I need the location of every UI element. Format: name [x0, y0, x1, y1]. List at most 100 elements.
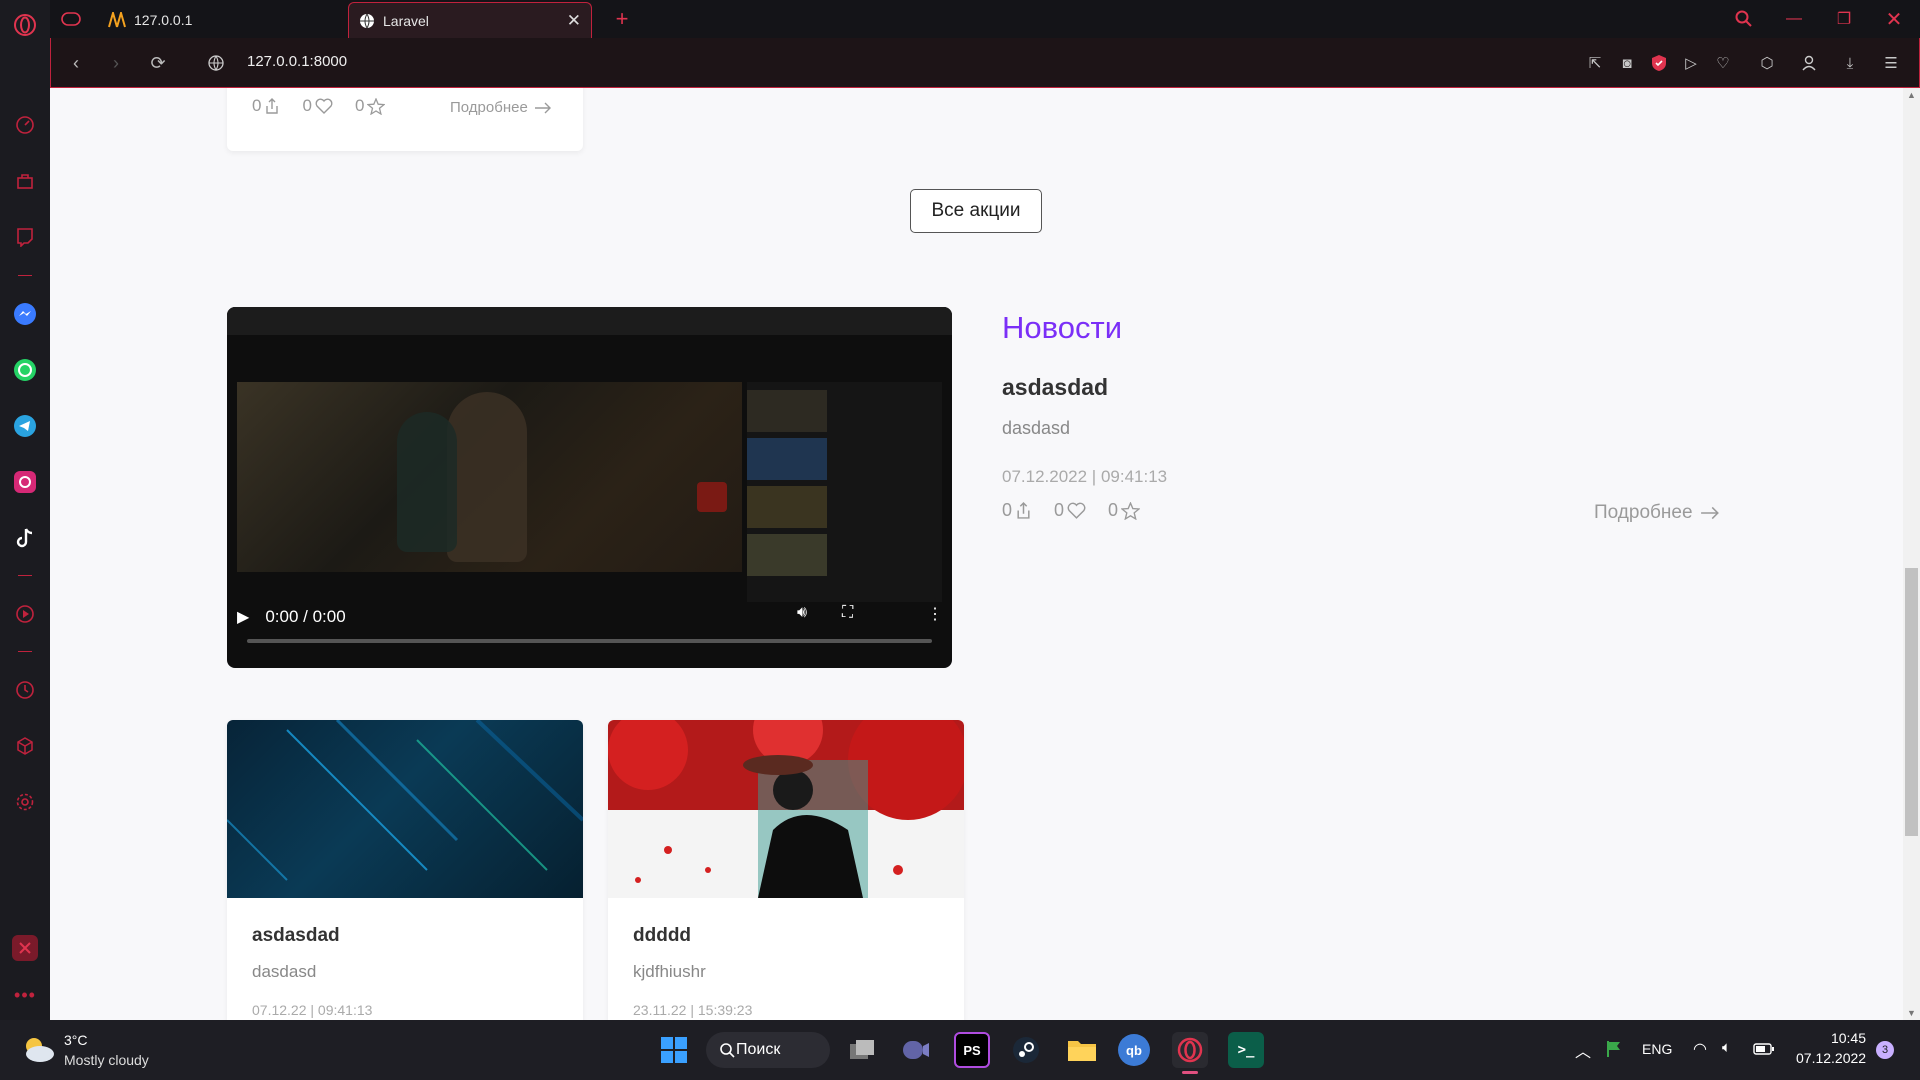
search-tabs-icon[interactable] — [1726, 6, 1762, 32]
news-card[interactable]: asdasdad dasdasd 07.12.22 | 09:41:13 — [227, 720, 583, 1020]
settings-gear-icon[interactable] — [12, 789, 38, 815]
gamepad-icon[interactable] — [58, 6, 84, 32]
share-page-icon[interactable]: ⇱ — [1583, 51, 1607, 75]
clock-date[interactable]: 07.12.2022 — [1796, 1050, 1866, 1066]
extensions-cube-icon[interactable]: ⬡ — [1755, 51, 1779, 75]
tab-localhost[interactable]: 127.0.0.1 ✕ — [98, 2, 388, 38]
page-content: 0 0 0 Подробнее Все акции ▶ 0:00 / 0:00 … — [50, 88, 1920, 1020]
bookmark-heart-icon[interactable]: ♡ — [1711, 51, 1735, 75]
card-date: 23.11.22 | 15:39:23 — [633, 1002, 753, 1018]
volume-icon[interactable]: 🔈︎ — [1722, 1039, 1731, 1056]
snapshot-camera-icon[interactable]: ◙ — [1615, 51, 1639, 75]
teams-chat-icon[interactable] — [898, 1032, 934, 1068]
scroll-up-icon[interactable]: ▲ — [1907, 90, 1916, 100]
more-dots-icon[interactable]: ••• — [12, 982, 38, 1008]
speed-dial-icon[interactable] — [12, 112, 38, 138]
page-scrollbar[interactable]: ▲ ▼ — [1903, 88, 1920, 1020]
card-date: 07.12.22 | 09:41:13 — [252, 1002, 373, 1018]
all-promos-button[interactable]: Все акции — [910, 189, 1042, 233]
tray-flag-icon[interactable] — [1605, 1040, 1623, 1063]
adblock-shield-icon[interactable] — [1647, 51, 1671, 75]
star-count[interactable]: 0 — [355, 96, 386, 116]
weather-cloud-icon[interactable] — [20, 1034, 56, 1069]
battery-icon[interactable] — [1753, 1042, 1775, 1061]
card-description: kjdfhiushr — [633, 962, 706, 981]
start-windows-icon[interactable] — [656, 1032, 692, 1068]
downloads-icon[interactable]: ⤓ — [1838, 51, 1862, 75]
card-image — [227, 720, 583, 898]
more-link[interactable]: Подробнее — [450, 99, 552, 116]
arrow-right-icon — [534, 102, 551, 113]
new-tab-plus-icon[interactable]: + — [604, 6, 640, 32]
messenger-icon[interactable] — [12, 301, 38, 327]
video-progress-bar[interactable] — [247, 639, 932, 643]
card-title: asdasdad — [252, 925, 340, 946]
pinboard-icon[interactable] — [12, 935, 38, 961]
opera-logo-icon[interactable] — [12, 12, 38, 38]
tab-label: 127.0.0.1 — [134, 12, 193, 28]
opera-taskbar-icon[interactable] — [1172, 1032, 1208, 1068]
terminal-icon[interactable]: >_ — [1228, 1032, 1264, 1068]
send-arrow-icon[interactable]: ▷ — [1679, 51, 1703, 75]
news-card[interactable]: ddddd kjdfhiushr 23.11.22 | 15:39:23 — [608, 720, 964, 1020]
url-field[interactable]: 127.0.0.1:8000 — [247, 53, 347, 70]
tab-laravel[interactable]: Laravel ✕ — [348, 2, 592, 38]
taskbar-search[interactable]: Поиск — [706, 1032, 830, 1068]
scroll-thumb[interactable] — [1905, 568, 1918, 836]
news-video-player[interactable]: ▶ 0:00 / 0:00 🔊︎ ⛶ ⋮ — [227, 307, 952, 668]
telegram-icon[interactable] — [12, 413, 38, 439]
whatsapp-icon[interactable] — [12, 357, 38, 383]
like-count[interactable]: 0 — [1054, 500, 1086, 521]
share-count[interactable]: 0 — [1002, 500, 1032, 521]
scroll-down-icon[interactable]: ▼ — [1907, 1008, 1916, 1018]
steam-icon[interactable] — [1008, 1032, 1044, 1068]
tiktok-icon[interactable] — [12, 525, 38, 551]
star-count[interactable]: 0 — [1108, 500, 1141, 521]
minimize-icon[interactable]: — — [1776, 6, 1812, 32]
tray-chevron-up-icon[interactable]: ︿ — [1575, 1038, 1591, 1062]
notification-badge[interactable]: 3 — [1876, 1041, 1894, 1059]
wifi-icon[interactable]: ◠ — [1693, 1039, 1707, 1059]
instagram-icon[interactable] — [12, 469, 38, 495]
file-explorer-icon[interactable] — [1064, 1032, 1100, 1068]
twitch-icon[interactable] — [12, 224, 38, 250]
reload-icon[interactable]: ⟳ — [145, 50, 171, 76]
site-info-globe-icon[interactable] — [203, 50, 229, 76]
back-icon[interactable]: ‹ — [63, 50, 89, 76]
history-icon[interactable] — [12, 677, 38, 703]
phpstorm-icon[interactable]: PS — [954, 1032, 990, 1068]
shopping-icon[interactable] — [12, 168, 38, 194]
volume-icon[interactable]: 🔊︎ — [797, 604, 807, 622]
close-window-icon[interactable]: ✕ — [1876, 6, 1912, 32]
weather-desc: Mostly cloudy — [64, 1052, 149, 1068]
easy-setup-icon[interactable]: ☰ — [1879, 51, 1903, 75]
browser-sidebar: ••• — [0, 0, 50, 1020]
close-tab-icon[interactable]: ✕ — [567, 11, 581, 31]
profile-icon[interactable] — [1797, 51, 1821, 75]
address-bar: ‹ › ⟳ 127.0.0.1:8000 ⇱ ◙ ▷ ♡ ⬡ ⤓ ☰ — [50, 38, 1920, 88]
news-more-link[interactable]: Подробнее — [1594, 502, 1720, 524]
video-controls: ▶ 0:00 / 0:00 — [237, 607, 346, 627]
sidebar-divider — [18, 275, 32, 276]
news-heading: Новости — [1002, 310, 1123, 345]
weather-temp: 3°C — [64, 1032, 88, 1048]
clock-time[interactable]: 10:45 — [1796, 1030, 1866, 1046]
video-time: 0:00 / 0:00 — [265, 607, 346, 626]
task-view-icon[interactable] — [844, 1032, 880, 1068]
news-title[interactable]: asdasdad — [1002, 374, 1108, 401]
like-count[interactable]: 0 — [302, 96, 333, 116]
fullscreen-icon[interactable]: ⛶ — [842, 604, 853, 622]
forward-icon[interactable]: › — [103, 50, 129, 76]
globe-tab-icon — [360, 13, 374, 29]
heart-icon — [1067, 502, 1086, 519]
active-app-indicator — [1182, 1071, 1198, 1074]
share-count[interactable]: 0 — [252, 96, 280, 116]
language-indicator[interactable]: ENG — [1642, 1041, 1672, 1057]
card-title: ddddd — [633, 925, 692, 946]
player-icon[interactable] — [12, 601, 38, 627]
restore-icon[interactable]: ❐ — [1826, 6, 1862, 32]
play-icon[interactable]: ▶ — [237, 607, 249, 627]
extensions-cube-icon[interactable] — [12, 733, 38, 759]
video-menu-icon[interactable]: ⋮ — [927, 604, 943, 624]
qbittorrent-icon[interactable]: qb — [1118, 1034, 1150, 1066]
